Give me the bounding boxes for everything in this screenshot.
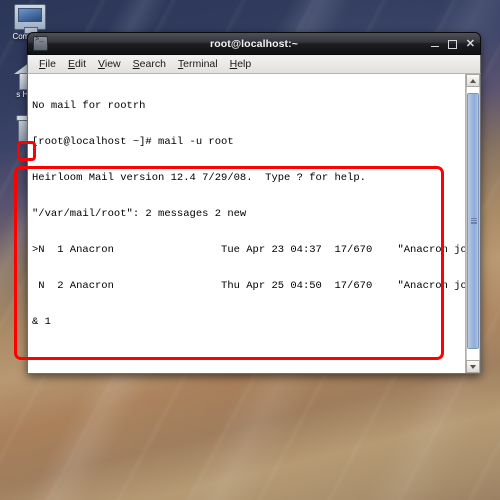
menu-bar: File Edit View Search Terminal Help [27, 55, 481, 74]
terminal-line: No mail for rootrh [32, 100, 146, 112]
menu-item-search[interactable]: Search [127, 58, 172, 70]
terminal-line: Heirloom Mail version 12.4 7/29/08. Type… [32, 172, 366, 184]
window-titlebar[interactable]: root@localhost:~ ✕ [27, 32, 481, 55]
menu-item-edit[interactable]: Edit [62, 58, 92, 70]
menu-item-file[interactable]: File [33, 58, 62, 70]
terminal-line: N 2 Anacron Thu Apr 25 04:50 17/670 "Ana… [38, 280, 465, 292]
terminal-scrollbar[interactable] [465, 74, 480, 373]
scrollbar-thumb[interactable] [467, 93, 479, 349]
terminal-body-wrapper: No mail for rootrh [root@localhost ~]# m… [27, 74, 481, 374]
window-title: root@localhost:~ [210, 37, 298, 50]
close-button[interactable]: ✕ [466, 38, 475, 49]
terminal-line: >N 1 Anacron Tue Apr 23 04:37 17/670 "An… [32, 244, 465, 256]
terminal-icon [33, 36, 48, 51]
terminal-line: "/var/mail/root": 2 messages 2 new [32, 208, 247, 220]
menu-item-terminal[interactable]: Terminal [172, 58, 224, 70]
terminal-line: [root@localhost ~]# mail -u root [32, 136, 234, 148]
scrollbar-track[interactable] [466, 87, 480, 360]
scroll-up-arrow-icon[interactable] [466, 74, 480, 87]
menu-item-help[interactable]: Help [224, 58, 258, 70]
menu-item-view[interactable]: View [92, 58, 127, 70]
terminal-output[interactable]: No mail for rootrh [root@localhost ~]# m… [28, 74, 465, 373]
desktop: Computer s Home root@localhost:~ ✕ File … [0, 0, 500, 500]
maximize-button[interactable] [447, 39, 457, 49]
scroll-down-arrow-icon[interactable] [466, 360, 480, 373]
window-controls: ✕ [430, 38, 475, 49]
terminal-line-prompt-selection: & 1 [32, 316, 51, 328]
terminal-window: root@localhost:~ ✕ File Edit View Search… [27, 32, 481, 374]
minimize-button[interactable] [430, 39, 439, 49]
computer-icon [14, 4, 46, 34]
